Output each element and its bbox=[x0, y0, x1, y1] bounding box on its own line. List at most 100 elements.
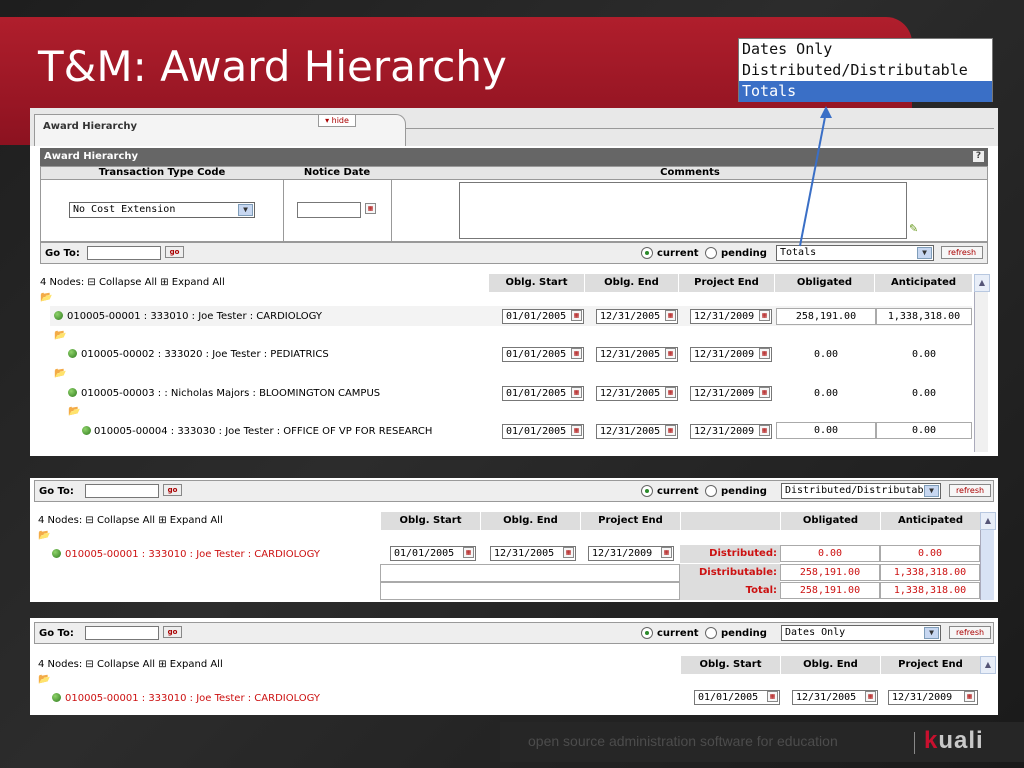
refresh-button[interactable]: refresh bbox=[949, 626, 991, 639]
anticipated-value: 0.00 bbox=[876, 346, 972, 363]
goto-input[interactable] bbox=[87, 246, 161, 260]
divider bbox=[283, 180, 284, 241]
list-item[interactable]: 010005-00001 : 333010 : Joe Tester : CAR… bbox=[65, 689, 385, 707]
tree-summary[interactable]: 4 Nodes: ⊟ Collapse All ⊞ Expand All bbox=[38, 515, 223, 526]
oblg-end-value: 12/31/2005 bbox=[796, 692, 857, 703]
node-label[interactable]: 010005-00001 : 333010 : Joe Tester : CAR… bbox=[67, 311, 322, 322]
node-icon[interactable] bbox=[68, 388, 77, 397]
comments-textarea[interactable] bbox=[459, 182, 907, 239]
folder-icon[interactable]: 📂 bbox=[54, 368, 66, 379]
tree-summary[interactable]: 4 Nodes: ⊟ Collapse All ⊞ Expand All bbox=[38, 659, 223, 670]
node-icon[interactable] bbox=[52, 549, 61, 558]
dropdown-caret-icon[interactable]: ▼ bbox=[924, 485, 939, 497]
node-icon[interactable] bbox=[52, 693, 61, 702]
dropdown-caret-icon[interactable]: ▼ bbox=[924, 627, 939, 639]
footer-divider bbox=[914, 732, 915, 754]
go-button[interactable]: go bbox=[163, 626, 182, 638]
current-radio[interactable] bbox=[641, 247, 653, 259]
popup-option-dates-only[interactable]: Dates Only bbox=[739, 39, 992, 60]
col-project-end: Project End bbox=[580, 512, 680, 530]
calendar-icon[interactable]: ▦ bbox=[665, 348, 676, 359]
node-label[interactable]: 010005-00002 : 333020 : Joe Tester : PED… bbox=[81, 349, 329, 360]
anticipated-value: 0.00 bbox=[876, 385, 972, 402]
calendar-icon[interactable]: ▦ bbox=[665, 425, 676, 436]
pending-radio[interactable] bbox=[705, 247, 717, 259]
dropdown-caret-icon[interactable]: ▼ bbox=[917, 247, 932, 259]
calendar-icon[interactable]: ▦ bbox=[571, 425, 582, 436]
view-select-value: Totals bbox=[780, 247, 817, 258]
calendar-icon[interactable]: ▦ bbox=[665, 310, 676, 321]
anticipated-value: 1,338,318.00 bbox=[876, 308, 972, 325]
calendar-icon[interactable]: ▦ bbox=[865, 691, 876, 702]
hide-button[interactable]: ▾ hide bbox=[318, 114, 356, 127]
node-label[interactable]: 010005-00003 : : Nicholas Majors : BLOOM… bbox=[81, 388, 380, 399]
refresh-button[interactable]: refresh bbox=[949, 484, 991, 497]
scrollbar[interactable] bbox=[974, 292, 988, 452]
folder-icon[interactable]: 📂 bbox=[40, 292, 52, 303]
calendar-icon[interactable]: ▦ bbox=[563, 547, 574, 558]
goto-input[interactable] bbox=[85, 626, 159, 640]
oblg-end-value: 12/31/2005 bbox=[600, 311, 661, 322]
goto-input[interactable] bbox=[85, 484, 159, 498]
footer-text: open source administration software for … bbox=[528, 733, 838, 749]
award-hierarchy-panel-dates: Go To: go current pending Dates Only ▼ r… bbox=[30, 618, 998, 715]
popup-option-totals[interactable]: Totals bbox=[739, 81, 992, 102]
calendar-icon[interactable]: ▦ bbox=[964, 691, 975, 702]
total-label: Total: bbox=[680, 582, 780, 600]
calendar-icon[interactable]: ▦ bbox=[665, 387, 676, 398]
calendar-icon[interactable]: ▦ bbox=[759, 348, 770, 359]
node-label[interactable]: 010005-00001 : 333010 : Joe Tester : CAR… bbox=[65, 549, 320, 560]
view-dropdown-popup[interactable]: Dates Only Distributed/Distributable Tot… bbox=[738, 38, 993, 102]
node-label[interactable]: 010005-00004 : 333030 : Joe Tester : OFF… bbox=[94, 426, 432, 437]
calendar-icon[interactable]: ▦ bbox=[759, 425, 770, 436]
calendar-icon[interactable]: ▦ bbox=[571, 387, 582, 398]
calendar-icon[interactable]: ▦ bbox=[463, 547, 474, 558]
list-item[interactable]: 010005-00002 : 333020 : Joe Tester : PED… bbox=[81, 345, 501, 363]
node-label[interactable]: 010005-00001 : 333010 : Joe Tester : CAR… bbox=[65, 693, 320, 704]
view-select[interactable]: Dates Only ▼ bbox=[781, 625, 941, 641]
tree-summary[interactable]: 4 Nodes: ⊟ Collapse All ⊞ Expand All bbox=[40, 277, 225, 288]
folder-icon[interactable]: 📂 bbox=[54, 330, 66, 341]
node-icon[interactable] bbox=[68, 349, 77, 358]
refresh-button[interactable]: refresh bbox=[941, 246, 983, 259]
list-item[interactable]: 010005-00001 : 333010 : Joe Tester : CAR… bbox=[67, 307, 497, 325]
folder-icon[interactable]: 📂 bbox=[38, 530, 50, 541]
calendar-icon[interactable]: ▦ bbox=[571, 348, 582, 359]
scroll-up-icon[interactable]: ▲ bbox=[974, 274, 990, 292]
notice-date-input[interactable] bbox=[297, 202, 361, 218]
pending-radio[interactable] bbox=[705, 485, 717, 497]
distributable-label: Distributable: bbox=[680, 564, 780, 582]
folder-icon[interactable]: 📂 bbox=[68, 406, 80, 417]
list-item[interactable]: 010005-00001 : 333010 : Joe Tester : CAR… bbox=[65, 545, 385, 563]
calendar-icon[interactable]: ▦ bbox=[759, 387, 770, 398]
scroll-up-icon[interactable]: ▲ bbox=[980, 512, 996, 530]
node-icon[interactable] bbox=[82, 426, 91, 435]
folder-icon[interactable]: 📂 bbox=[38, 674, 50, 685]
view-select[interactable]: Distributed/Distributable ▼ bbox=[781, 483, 941, 499]
scrollbar[interactable] bbox=[980, 530, 994, 600]
help-icon[interactable]: ? bbox=[973, 151, 984, 162]
dropdown-caret-icon[interactable]: ▼ bbox=[238, 204, 253, 216]
go-button[interactable]: go bbox=[163, 484, 182, 496]
scroll-up-icon[interactable]: ▲ bbox=[980, 656, 996, 674]
calendar-icon[interactable]: ▦ bbox=[759, 310, 770, 321]
list-item[interactable]: 010005-00004 : 333030 : Joe Tester : OFF… bbox=[94, 422, 504, 440]
list-item[interactable]: 010005-00003 : : Nicholas Majors : BLOOM… bbox=[81, 384, 501, 402]
view-select[interactable]: Totals ▼ bbox=[776, 245, 934, 261]
pencil-icon[interactable]: ✎ bbox=[909, 222, 918, 235]
logo-rest: uali bbox=[938, 727, 984, 754]
pending-radio[interactable] bbox=[705, 627, 717, 639]
current-radio[interactable] bbox=[641, 485, 653, 497]
node-icon[interactable] bbox=[54, 311, 63, 320]
transaction-type-select[interactable]: No Cost Extension ▼ bbox=[69, 202, 255, 218]
header-transaction-type: Transaction Type Code bbox=[98, 167, 226, 178]
calendar-icon[interactable]: ▦ bbox=[661, 547, 672, 558]
calendar-icon[interactable]: ▦ bbox=[365, 203, 376, 214]
calendar-icon[interactable]: ▦ bbox=[571, 310, 582, 321]
go-button[interactable]: go bbox=[165, 246, 184, 258]
popup-option-distributed[interactable]: Distributed/Distributable bbox=[739, 60, 992, 81]
current-label: current bbox=[657, 486, 699, 497]
col-obligated: Obligated bbox=[774, 274, 874, 292]
current-radio[interactable] bbox=[641, 627, 653, 639]
calendar-icon[interactable]: ▦ bbox=[767, 691, 778, 702]
